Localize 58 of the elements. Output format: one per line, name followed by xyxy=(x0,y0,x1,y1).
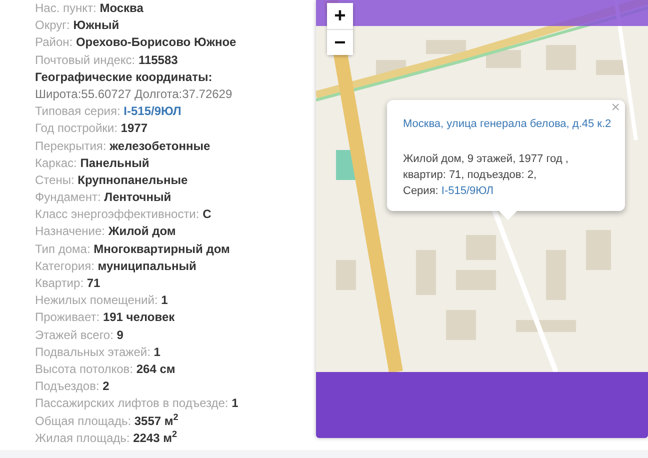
field-label: Общая площадь: xyxy=(35,414,132,428)
field-value: 3557 м$^{2}$ xyxy=(134,414,178,428)
field-label: Нас. пункт: xyxy=(35,1,96,15)
field-label: Тип дома: xyxy=(35,242,90,256)
field-label: Каркас: xyxy=(35,156,77,170)
popup-text: Серия: xyxy=(403,184,438,196)
address-link[interactable]: Москва, улица генерала белова, д.45 к.2 xyxy=(403,116,615,132)
field-value: Панельный xyxy=(80,156,150,170)
zoom-out-button[interactable]: − xyxy=(327,29,353,55)
field-value: Орехово-Борисово Южное xyxy=(76,35,236,50)
field-value: 9 xyxy=(116,328,124,342)
coordinates-text: Широта:55.60727 Долгота:37.72629 xyxy=(35,86,232,101)
field-label: Район: xyxy=(35,35,73,50)
popup-text: Жилой дом, 9 этажей, 1977 год , xyxy=(403,152,570,166)
field-label: Подъездов: xyxy=(35,379,100,394)
field-label: Категория: xyxy=(35,258,94,273)
field-value: Москва xyxy=(100,1,144,15)
field-value: Ленточный xyxy=(104,190,172,204)
field-value: 115583 xyxy=(138,52,178,67)
field-label: Проживает: xyxy=(35,310,100,324)
series-link[interactable]: I-515/9ЮЛ xyxy=(124,104,182,118)
field-label: Фундамент: xyxy=(35,190,101,204)
field-value: 2 xyxy=(102,379,110,394)
field-label: Класс энергоэффективности: xyxy=(35,207,200,222)
field-value: 264 см xyxy=(136,362,176,376)
field-label: Пассажирских лифтов в подъезде: xyxy=(35,396,228,410)
zoom-in-button[interactable]: + xyxy=(327,3,353,29)
popup-text: квартир: 71, подъездов: 2, xyxy=(403,168,538,182)
field-label: Квартир: xyxy=(35,276,84,290)
close-button[interactable]: × xyxy=(611,100,620,116)
field-value: Южный xyxy=(73,18,120,32)
field-value: Многоквартирный дом xyxy=(94,242,230,256)
field-value: C xyxy=(202,207,212,222)
field-label: Стены: xyxy=(35,172,74,187)
field-label: Жилая площадь: xyxy=(35,430,130,445)
series-link[interactable]: I-515/9ЮЛ xyxy=(441,184,494,196)
field-value: 1977 xyxy=(120,121,148,136)
field-value: 71 xyxy=(86,276,100,290)
field-label: Перекрытия: xyxy=(35,138,106,152)
field-value: 1 xyxy=(154,344,160,359)
field-label: Подвальных этажей: xyxy=(35,344,150,359)
field-label: Назначение: xyxy=(35,224,106,238)
field-label: Нежилых помещений: xyxy=(35,293,158,308)
field-label: Округ: xyxy=(35,18,70,32)
field-label: Этажей всего: xyxy=(35,328,114,342)
field-label: Год постройки: xyxy=(35,121,118,136)
field-label: Почтовый индекс: xyxy=(35,52,136,67)
field-value: Крупнопанельные xyxy=(78,172,188,187)
section-heading: Географические координаты: xyxy=(35,70,212,84)
field-value: 1 xyxy=(232,396,238,410)
field-value: 1 xyxy=(161,293,168,308)
field-value: 2243 м$^{2}$ xyxy=(133,430,177,445)
field-label: Типовая серия: xyxy=(35,104,120,118)
field-value: 191 человек xyxy=(102,310,175,324)
field-label: Высота потолков: xyxy=(35,362,133,376)
field-value: Жилой дом xyxy=(108,224,176,238)
field-value: муниципальный xyxy=(98,258,196,273)
field-value: железобетонные xyxy=(110,138,210,152)
